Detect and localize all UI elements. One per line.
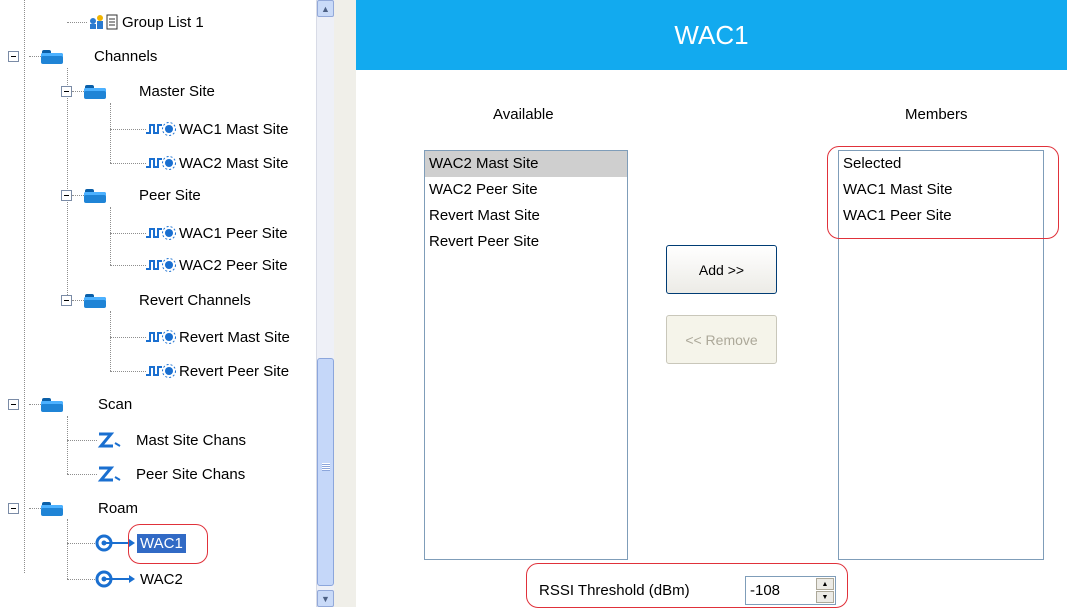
collapse-master-site-toggle[interactable] <box>61 86 72 97</box>
tree-item-mast-site-chans[interactable]: Mast Site Chans <box>97 428 249 452</box>
tree-item-label: Peer Site Chans <box>136 465 246 483</box>
tree-item-label: Revert Mast Site <box>179 328 290 346</box>
folder-icon <box>41 397 63 412</box>
channel-icon <box>146 225 176 241</box>
tree-item-revert-mast-site[interactable]: Revert Mast Site <box>146 325 293 349</box>
scan-list-icon <box>97 431 133 449</box>
tree-item-label: Group List 1 <box>122 13 204 31</box>
available-listbox[interactable]: WAC2 Mast Site WAC2 Peer Site Revert Mas… <box>424 150 628 560</box>
tree-item-label: Revert Channels <box>139 291 251 309</box>
list-item[interactable]: WAC2 Mast Site <box>425 151 627 177</box>
collapse-roam-toggle[interactable] <box>8 503 19 514</box>
tree-item-label: WAC1 Peer Site <box>179 224 288 242</box>
list-item[interactable]: Revert Peer Site <box>425 229 627 255</box>
tree-item-revert-channels[interactable]: Revert Channels <box>84 288 254 312</box>
scroll-thumb[interactable] <box>317 358 334 586</box>
tree-item-label: WAC1 Mast Site <box>179 120 289 138</box>
tree-item-wac2-mast-site[interactable]: WAC2 Mast Site <box>146 151 291 175</box>
tree-item-label: Channels <box>94 47 158 65</box>
tree-item-label: Revert Peer Site <box>179 362 290 380</box>
channel-icon <box>146 257 176 273</box>
list-item[interactable]: Revert Mast Site <box>425 203 627 229</box>
tree-item-wac1-mast-site[interactable]: WAC1 Mast Site <box>146 117 291 141</box>
highlight-rssi <box>526 563 848 608</box>
collapse-channels-toggle[interactable] <box>8 51 19 62</box>
tree-item-label: Scan <box>98 395 133 413</box>
folder-icon <box>41 501 63 516</box>
tree-scrollbar[interactable]: ▲ ▼ <box>316 0 334 607</box>
channel-icon <box>146 121 176 137</box>
tree-item-label: WAC2 Mast Site <box>179 154 289 172</box>
tree-item-label: Peer Site <box>139 186 201 204</box>
remove-button[interactable]: << Remove <box>666 315 777 364</box>
channel-icon <box>146 329 176 345</box>
highlight-wac1 <box>128 524 208 564</box>
tree-item-roam[interactable]: Roam <box>41 496 141 520</box>
add-button[interactable]: Add >> <box>666 245 777 294</box>
tree-item-master-site[interactable]: Master Site <box>84 79 218 103</box>
tree-item-label: Mast Site Chans <box>136 431 247 449</box>
tree-item-wac1-peer-site[interactable]: WAC1 Peer Site <box>146 221 291 245</box>
scroll-down-button[interactable]: ▼ <box>317 590 334 607</box>
list-item[interactable]: WAC2 Peer Site <box>425 177 627 203</box>
collapse-revert-channels-toggle[interactable] <box>61 295 72 306</box>
tree-item-label: WAC2 Peer Site <box>179 256 288 274</box>
scroll-up-button[interactable]: ▲ <box>317 0 334 17</box>
collapse-scan-toggle[interactable] <box>8 399 19 410</box>
members-caption: Members <box>905 106 968 123</box>
channel-icon <box>146 363 176 379</box>
tree-item-peer-site[interactable]: Peer Site <box>84 183 204 207</box>
tree-item-group-list-1[interactable]: Group List 1 <box>87 10 207 34</box>
tree-item-peer-site-chans[interactable]: Peer Site Chans <box>97 462 248 486</box>
tree-view[interactable]: Group List 1 Channels Master Site WAC1 M… <box>0 0 316 607</box>
tree-item-scan[interactable]: Scan <box>41 392 135 416</box>
tree-item-revert-peer-site[interactable]: Revert Peer Site <box>146 359 292 383</box>
tree-item-label: Roam <box>98 499 139 517</box>
channel-icon <box>146 155 176 171</box>
tree-item-channels[interactable]: Channels <box>41 44 160 68</box>
group-list-icon <box>87 13 119 31</box>
folder-icon <box>84 293 106 308</box>
highlight-members <box>827 146 1059 239</box>
roam-list-editor: Available WAC2 Mast Site WAC2 Peer Site … <box>356 70 1067 608</box>
roam-list-icon <box>95 569 137 589</box>
tree-item-label: WAC2 <box>140 570 183 588</box>
folder-icon <box>84 84 106 99</box>
available-caption: Available <box>493 106 554 123</box>
folder-icon <box>84 188 106 203</box>
tree-item-label: Master Site <box>139 82 215 100</box>
scan-list-icon <box>97 465 133 483</box>
folder-icon <box>41 49 63 64</box>
tree-item-wac2-peer-site[interactable]: WAC2 Peer Site <box>146 253 291 277</box>
tree-item-wac2[interactable]: WAC2 <box>95 567 186 591</box>
page-title: WAC1 <box>356 0 1067 70</box>
pane-splitter[interactable] <box>334 0 356 607</box>
collapse-peer-site-toggle[interactable] <box>61 190 72 201</box>
